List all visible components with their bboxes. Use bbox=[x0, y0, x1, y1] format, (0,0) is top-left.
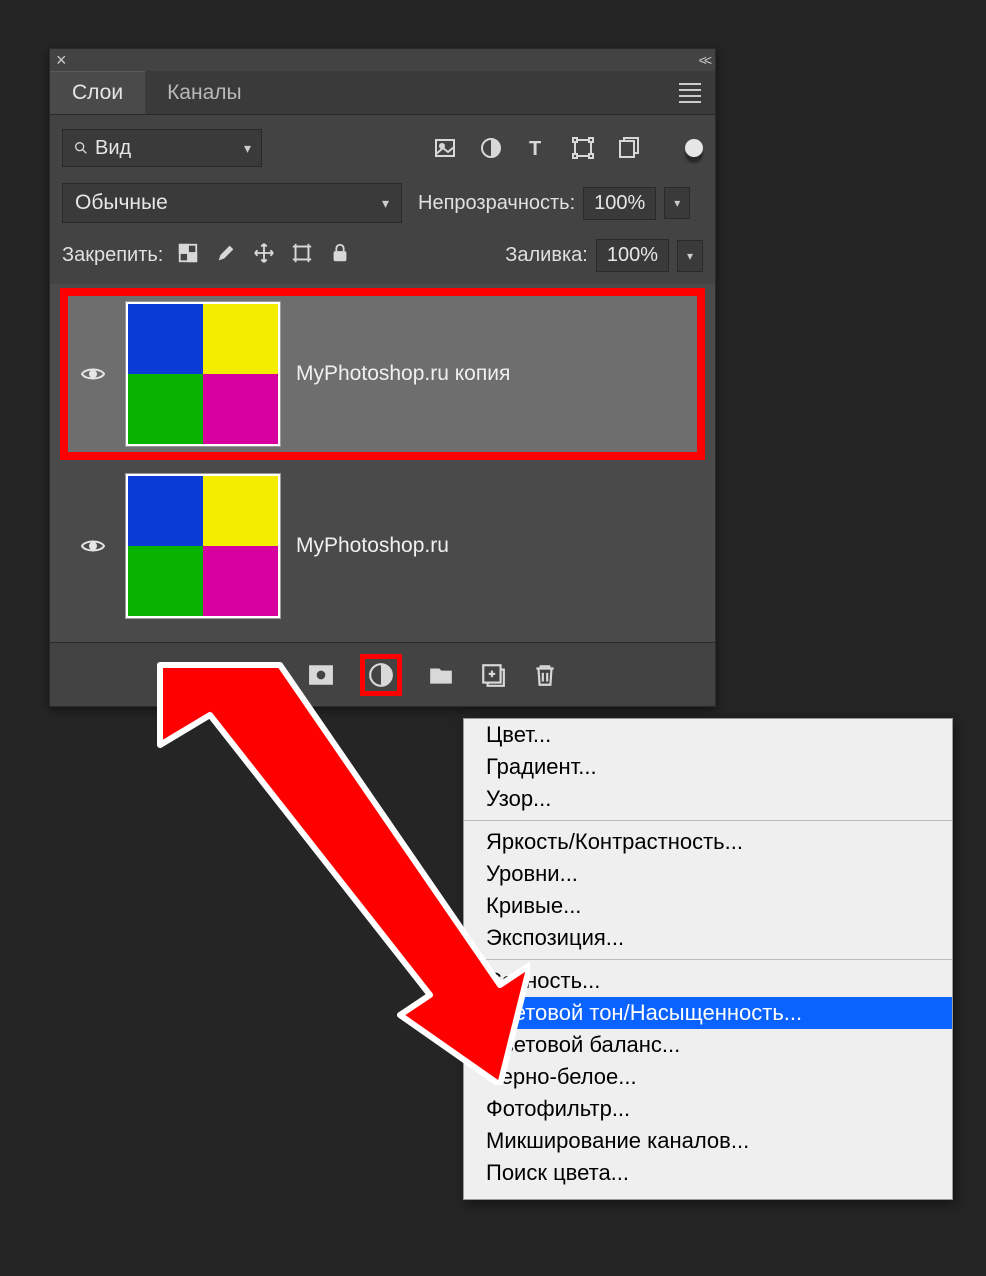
layer-row-highlight: MyPhotoshop.ru копия bbox=[60, 288, 705, 460]
lock-all-icon[interactable] bbox=[329, 242, 351, 270]
blend-mode-label: Обычные bbox=[75, 191, 168, 215]
new-layer-icon[interactable] bbox=[480, 662, 506, 688]
new-adjustment-layer-icon[interactable] bbox=[368, 662, 394, 688]
lock-artboard-icon[interactable] bbox=[291, 242, 313, 270]
menu-item[interactable]: Уровни... bbox=[464, 858, 952, 890]
menu-item-label: Цветовой тон/Насыщенность... bbox=[486, 1000, 802, 1025]
panel-bottom-toolbar: fx ▾ bbox=[50, 642, 715, 706]
opacity-label: Непрозрачность: bbox=[418, 192, 575, 215]
menu-separator bbox=[464, 820, 952, 821]
chevron-down-icon: ▾ bbox=[382, 195, 389, 212]
filter-row: Вид ▾ T bbox=[50, 115, 715, 177]
tab-layers-label: Слои bbox=[72, 81, 123, 105]
menu-item[interactable]: Сочность... bbox=[464, 965, 952, 997]
annotation-highlight-box bbox=[360, 654, 402, 696]
delete-layer-icon[interactable] bbox=[532, 662, 558, 688]
search-icon bbox=[73, 140, 89, 156]
menu-item[interactable]: Фотофильтр... bbox=[464, 1093, 952, 1125]
menu-group: Цвет...Градиент...Узор... bbox=[464, 719, 952, 815]
menu-item[interactable]: Узор... bbox=[464, 783, 952, 815]
menu-separator bbox=[464, 959, 952, 960]
layer-row-wrapper: MyPhotoshop.ru bbox=[60, 460, 705, 632]
fill-value[interactable]: 100% bbox=[596, 239, 669, 272]
filter-icons: T bbox=[433, 136, 703, 160]
chevron-down-icon: ▾ bbox=[244, 140, 251, 157]
blend-row: Обычные ▾ Непрозрачность: 100% ▾ bbox=[50, 177, 715, 233]
close-icon[interactable]: × bbox=[56, 51, 67, 69]
panel-titlebar: × << bbox=[50, 49, 715, 71]
layer-name[interactable]: MyPhotoshop.ru bbox=[296, 534, 449, 558]
fill-label: Заливка: bbox=[505, 244, 588, 267]
new-group-icon[interactable] bbox=[428, 662, 454, 688]
lock-brush-icon[interactable] bbox=[215, 242, 237, 270]
lock-pixels-icon[interactable] bbox=[177, 242, 199, 270]
layer-visibility-icon[interactable] bbox=[76, 537, 110, 555]
filter-type-dropdown[interactable]: Вид ▾ bbox=[62, 129, 262, 167]
blend-mode-dropdown[interactable]: Обычные ▾ bbox=[62, 183, 402, 223]
tabs-row: Слои Каналы bbox=[50, 71, 715, 115]
menu-group: Сочность... bbox=[464, 965, 952, 997]
panel-menu-icon[interactable] bbox=[679, 83, 701, 103]
lock-move-icon[interactable] bbox=[253, 242, 275, 270]
opacity-chevron[interactable]: ▾ bbox=[664, 187, 690, 219]
lock-row: Закрепить: Заливка: 100% ▾ bbox=[50, 233, 715, 284]
tab-channels-label: Каналы bbox=[167, 81, 242, 105]
svg-text:T: T bbox=[529, 138, 541, 160]
layer-visibility-icon[interactable] bbox=[76, 365, 110, 383]
menu-item[interactable]: Цвет... bbox=[464, 719, 952, 751]
fill-chevron[interactable]: ▾ bbox=[677, 240, 703, 272]
adjustment-layer-menu: Цвет...Градиент...Узор... Яркость/Контра… bbox=[463, 718, 953, 1200]
lock-icons bbox=[177, 242, 351, 270]
menu-item[interactable]: Цветовой баланс... bbox=[464, 1029, 952, 1061]
layers-panel: × << Слои Каналы Вид ▾ T bbox=[49, 48, 716, 707]
menu-group: Яркость/Контрастность...Уровни...Кривые.… bbox=[464, 826, 952, 954]
fx-icon[interactable]: fx ▾ bbox=[259, 662, 281, 688]
menu-item[interactable]: Яркость/Контрастность... bbox=[464, 826, 952, 858]
layer-thumbnail bbox=[126, 302, 280, 446]
lock-label: Закрепить: bbox=[62, 244, 163, 267]
tab-layers[interactable]: Слои bbox=[50, 71, 145, 114]
layer-name[interactable]: MyPhotoshop.ru копия bbox=[296, 362, 510, 386]
menu-item[interactable]: Кривые... bbox=[464, 890, 952, 922]
menu-item[interactable]: Поиск цвета... bbox=[464, 1157, 952, 1189]
menu-item-hue-saturation[interactable]: Цветовой тон/Насыщенность... bbox=[464, 997, 952, 1029]
filter-toggle-switch[interactable] bbox=[685, 139, 703, 157]
link-layers-icon[interactable] bbox=[207, 662, 233, 688]
menu-item[interactable]: Экспозиция... bbox=[464, 922, 952, 954]
tab-channels[interactable]: Каналы bbox=[145, 71, 264, 114]
layer-row[interactable]: MyPhotoshop.ru копия bbox=[68, 296, 697, 452]
collapse-icon[interactable]: << bbox=[699, 52, 709, 68]
menu-group: Цветовой баланс...Черно-белое...Фотофиль… bbox=[464, 1029, 952, 1189]
opacity-group: Непрозрачность: 100% ▾ bbox=[418, 187, 690, 220]
filter-adjustment-icon[interactable] bbox=[479, 136, 503, 160]
opacity-value[interactable]: 100% bbox=[583, 187, 656, 220]
filter-text-icon[interactable]: T bbox=[525, 136, 549, 160]
filter-smartobject-icon[interactable] bbox=[617, 136, 641, 160]
menu-item[interactable]: Микширование каналов... bbox=[464, 1125, 952, 1157]
add-mask-icon[interactable] bbox=[308, 662, 334, 688]
layer-thumbnail bbox=[126, 474, 280, 618]
filter-image-icon[interactable] bbox=[433, 136, 457, 160]
filter-shape-icon[interactable] bbox=[571, 136, 595, 160]
menu-item[interactable]: Черно-белое... bbox=[464, 1061, 952, 1093]
fill-group: Заливка: 100% ▾ bbox=[505, 239, 703, 272]
filter-type-label: Вид bbox=[95, 137, 131, 160]
menu-item[interactable]: Градиент... bbox=[464, 751, 952, 783]
layers-list: MyPhotoshop.ru копия MyPhotoshop.ru bbox=[50, 284, 715, 642]
layer-row[interactable]: MyPhotoshop.ru bbox=[68, 468, 697, 624]
